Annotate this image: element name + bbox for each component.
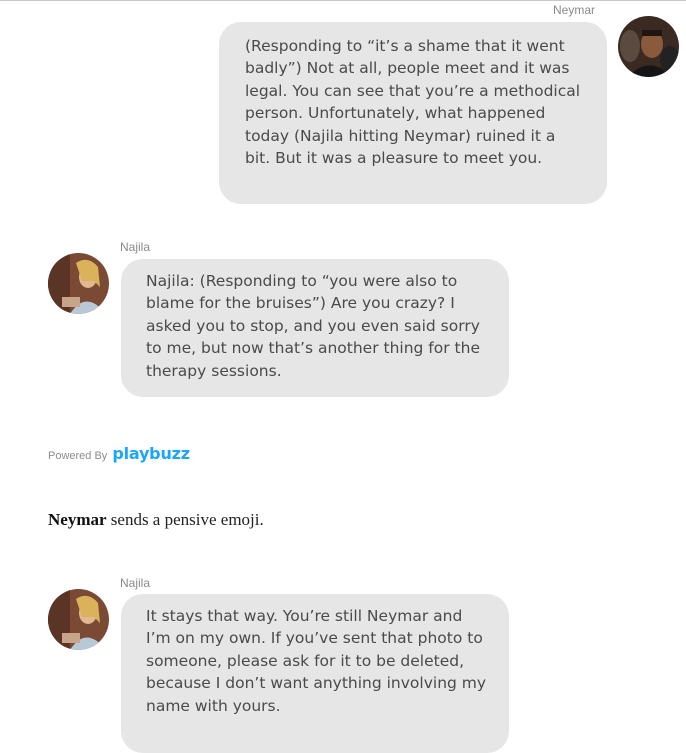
message-text: Najila: (Responding to “you were also to…	[146, 272, 480, 380]
message-bubble-najila: Najila: (Responding to “you were also to…	[121, 259, 509, 397]
avatar-neymar-photo	[618, 16, 679, 77]
sender-name-najila: Najila	[120, 576, 151, 590]
message-bubble-najila: It stays that way. You’re still Neymar a…	[121, 594, 509, 753]
narration-name: Neymar	[48, 510, 107, 529]
message-text: (Responding to “it’s a shame that it wen…	[245, 37, 581, 168]
avatar-najila-photo	[48, 589, 109, 650]
powered-by-label: Powered By	[48, 450, 108, 462]
avatar-najila[interactable]	[48, 589, 109, 650]
playbuzz-logo[interactable]: playbuzz	[112, 444, 190, 463]
top-divider	[0, 0, 686, 1]
avatar-neymar[interactable]	[618, 16, 679, 77]
sender-name-najila: Najila	[120, 240, 151, 254]
avatar-najila[interactable]	[48, 253, 109, 314]
message-text: It stays that way. You’re still Neymar a…	[146, 607, 487, 715]
sender-name-neymar: Neymar	[553, 3, 596, 17]
avatar-najila-photo	[48, 253, 109, 314]
message-bubble-neymar: (Responding to “it’s a shame that it wen…	[219, 22, 607, 204]
powered-by[interactable]: Powered By playbuzz	[48, 444, 190, 463]
narration-rest: sends a pensive emoji.	[106, 510, 264, 529]
narration-text: Neymar sends a pensive emoji.	[48, 510, 264, 530]
